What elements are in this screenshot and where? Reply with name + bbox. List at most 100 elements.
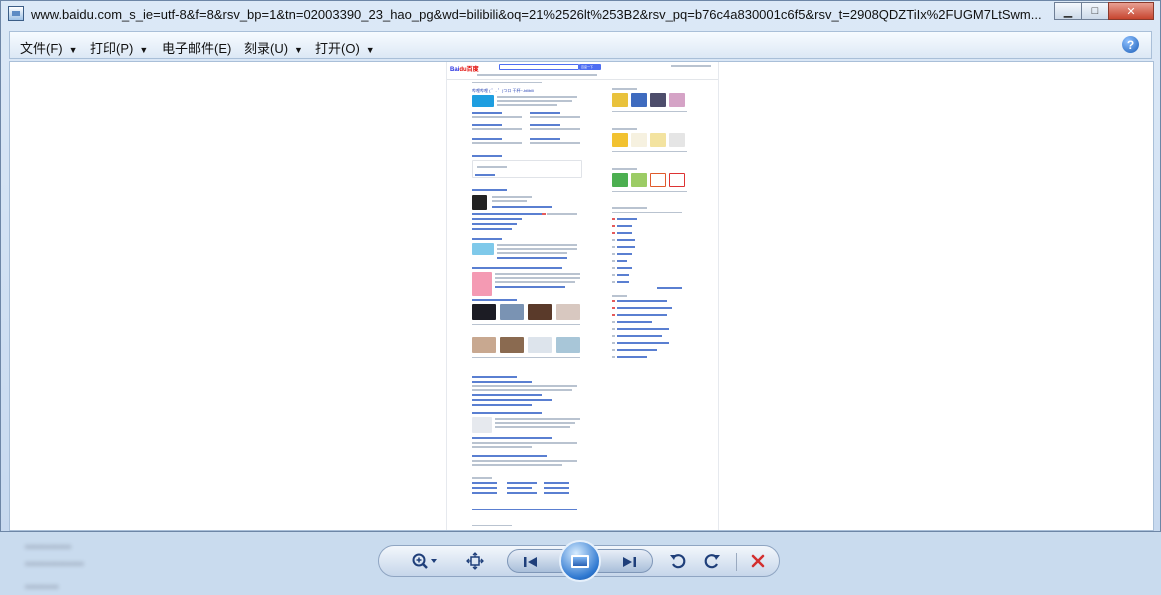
menu-burn[interactable]: 刻录(U) ▼: [244, 38, 303, 57]
rotate-counterclockwise-button[interactable]: [665, 546, 691, 576]
preview-text-line: [495, 281, 575, 283]
preview-text-line: [497, 252, 567, 254]
close-button[interactable]: ✕: [1108, 2, 1154, 20]
preview-rank-badge: [612, 300, 615, 302]
preview-logo-right: du百度: [459, 67, 479, 73]
preview-divider: [447, 79, 718, 80]
preview-link-line: [507, 482, 537, 484]
preview-app-thumb: [650, 133, 666, 147]
preview-text-line: [497, 248, 577, 250]
preview-search-button-label: 百度一下: [581, 65, 594, 69]
screenshot-preview: Baidu百度 百度一下 哔哩哔哩 ( ゜- ゜)つロ 干杯~-bilibili: [447, 62, 718, 530]
help-icon[interactable]: ?: [1122, 36, 1139, 53]
minimize-button[interactable]: ▁: [1054, 2, 1082, 20]
preview-bilibili-logo: [472, 243, 494, 255]
maximize-button[interactable]: □: [1081, 2, 1109, 20]
preview-link-line: [495, 286, 565, 288]
menu-file[interactable]: 文件(F) ▼: [20, 38, 78, 57]
preview-link-line: [544, 487, 569, 489]
preview-link-line: [472, 238, 502, 240]
preview-text-line: [612, 212, 682, 213]
preview-link-line: [617, 307, 672, 309]
preview-video-thumb: [528, 304, 552, 320]
preview-result-count: [472, 82, 542, 83]
preview-text-line: [472, 128, 522, 130]
preview-app-thumb: [612, 173, 628, 187]
preview-text-line: [612, 168, 637, 170]
preview-link-line: [617, 239, 635, 241]
preview-text-line: [472, 324, 580, 325]
preview-text-line: [472, 385, 577, 387]
preview-link-line: [472, 455, 547, 457]
preview-link-line: [530, 138, 560, 140]
rotate-clockwise-icon: [704, 554, 720, 569]
preview-link-line: [492, 206, 552, 208]
preview-pink-thumb: [472, 272, 492, 296]
preview-text-line: [472, 357, 580, 358]
delete-button[interactable]: [745, 546, 771, 576]
preview-link-line: [617, 321, 652, 323]
menu-email[interactable]: 电子邮件(E): [162, 38, 231, 57]
preview-link-line: [472, 487, 497, 489]
preview-link-line: [617, 274, 629, 276]
preview-video-thumb: [528, 337, 552, 353]
slideshow-button[interactable]: [559, 540, 601, 582]
rotate-clockwise-button[interactable]: [699, 546, 725, 576]
preview-text-line: [497, 104, 557, 106]
next-button[interactable]: [612, 547, 646, 577]
preview-rank-badge: [612, 253, 615, 255]
preview-link-line: [472, 399, 552, 401]
preview-rank-badge: [612, 218, 615, 220]
preview-link-line: [472, 376, 517, 378]
actual-size-icon: [466, 552, 484, 570]
preview-video-thumb: [472, 304, 496, 320]
preview-rank-badge: [612, 307, 615, 309]
preview-game-thumb: [669, 93, 685, 107]
preview-link-line: [530, 124, 560, 126]
preview-link-line: [472, 299, 517, 301]
preview-text-line: [477, 166, 507, 168]
preview-text-line: [495, 418, 580, 420]
chevron-down-icon: ▼: [139, 45, 149, 55]
preview-link-line: [472, 112, 502, 114]
preview-link-line: [617, 253, 632, 255]
preview-link-line: [472, 404, 532, 406]
image-viewport[interactable]: Baidu百度 百度一下 哔哩哔哩 ( ゜- ゜)つロ 干杯~-bilibili: [9, 61, 1154, 531]
window-controls: ▁ □ ✕: [1054, 2, 1154, 20]
preview-link-line: [472, 381, 532, 383]
actual-size-button[interactable]: [461, 546, 489, 576]
previous-icon: [524, 557, 537, 567]
zoom-button[interactable]: [405, 546, 445, 576]
preview-text-line: [497, 96, 577, 98]
preview-rank-badge: [612, 281, 615, 283]
preview-logo-left: Bai: [450, 67, 460, 73]
preview-text-line: [495, 277, 580, 279]
preview-rank-badge: [612, 267, 615, 269]
preview-link-line: [617, 260, 627, 262]
preview-link-line: [617, 225, 632, 227]
preview-link-line: [507, 487, 532, 489]
background-blur-text: ••••••••••••••: [25, 557, 84, 571]
preview-text-line: [612, 191, 687, 192]
preview-link-line: [472, 492, 497, 494]
preview-app-thumb: [650, 173, 666, 187]
preview-text-line: [497, 244, 577, 246]
preview-link-line: [544, 492, 569, 494]
preview-text-line: [612, 151, 687, 152]
preview-rank-badge: [612, 349, 615, 351]
previous-button[interactable]: [514, 547, 548, 577]
chevron-down-icon: ▼: [68, 45, 78, 55]
menu-open[interactable]: 打开(O) ▼: [315, 38, 375, 57]
preview-text-line: [530, 116, 580, 118]
preview-text-line: [612, 128, 637, 130]
preview-link-line: [617, 335, 662, 337]
preview-bilibili-logo: [472, 95, 494, 107]
preview-rank-badge: [612, 321, 615, 323]
preview-rank-badge: [612, 239, 615, 241]
preview-pagination: [472, 509, 577, 510]
delete-icon: [751, 554, 765, 568]
preview-link-line: [617, 356, 647, 358]
menu-print[interactable]: 打印(P) ▼: [90, 38, 148, 57]
zoom-icon: [412, 553, 437, 569]
preview-rank-badge: [612, 246, 615, 248]
